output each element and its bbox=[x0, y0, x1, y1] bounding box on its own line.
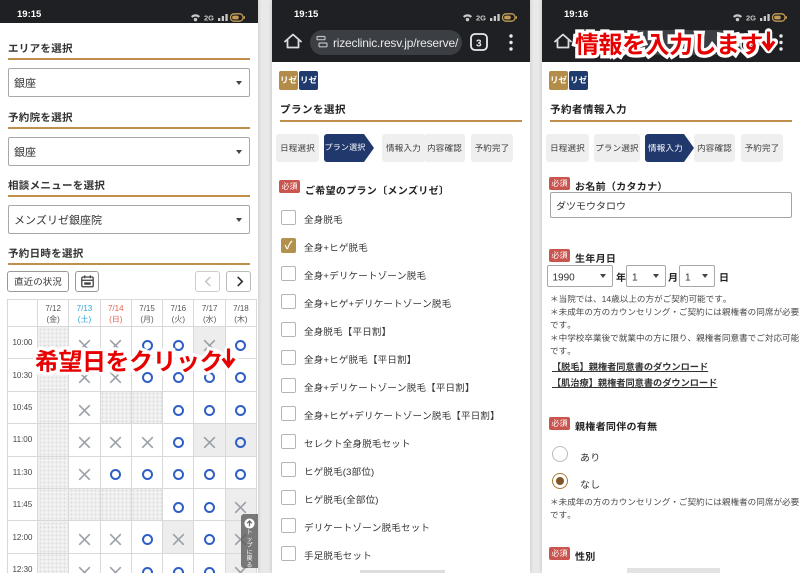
svg-text:2G: 2G bbox=[746, 13, 756, 24]
svg-text:rizeclinic.resv.jp/reserve/: rizeclinic.resv.jp/reserve/ bbox=[333, 36, 459, 50]
svg-text:2G: 2G bbox=[204, 13, 214, 24]
svg-text:3: 3 bbox=[476, 35, 482, 50]
svg-text:2G: 2G bbox=[476, 13, 486, 24]
